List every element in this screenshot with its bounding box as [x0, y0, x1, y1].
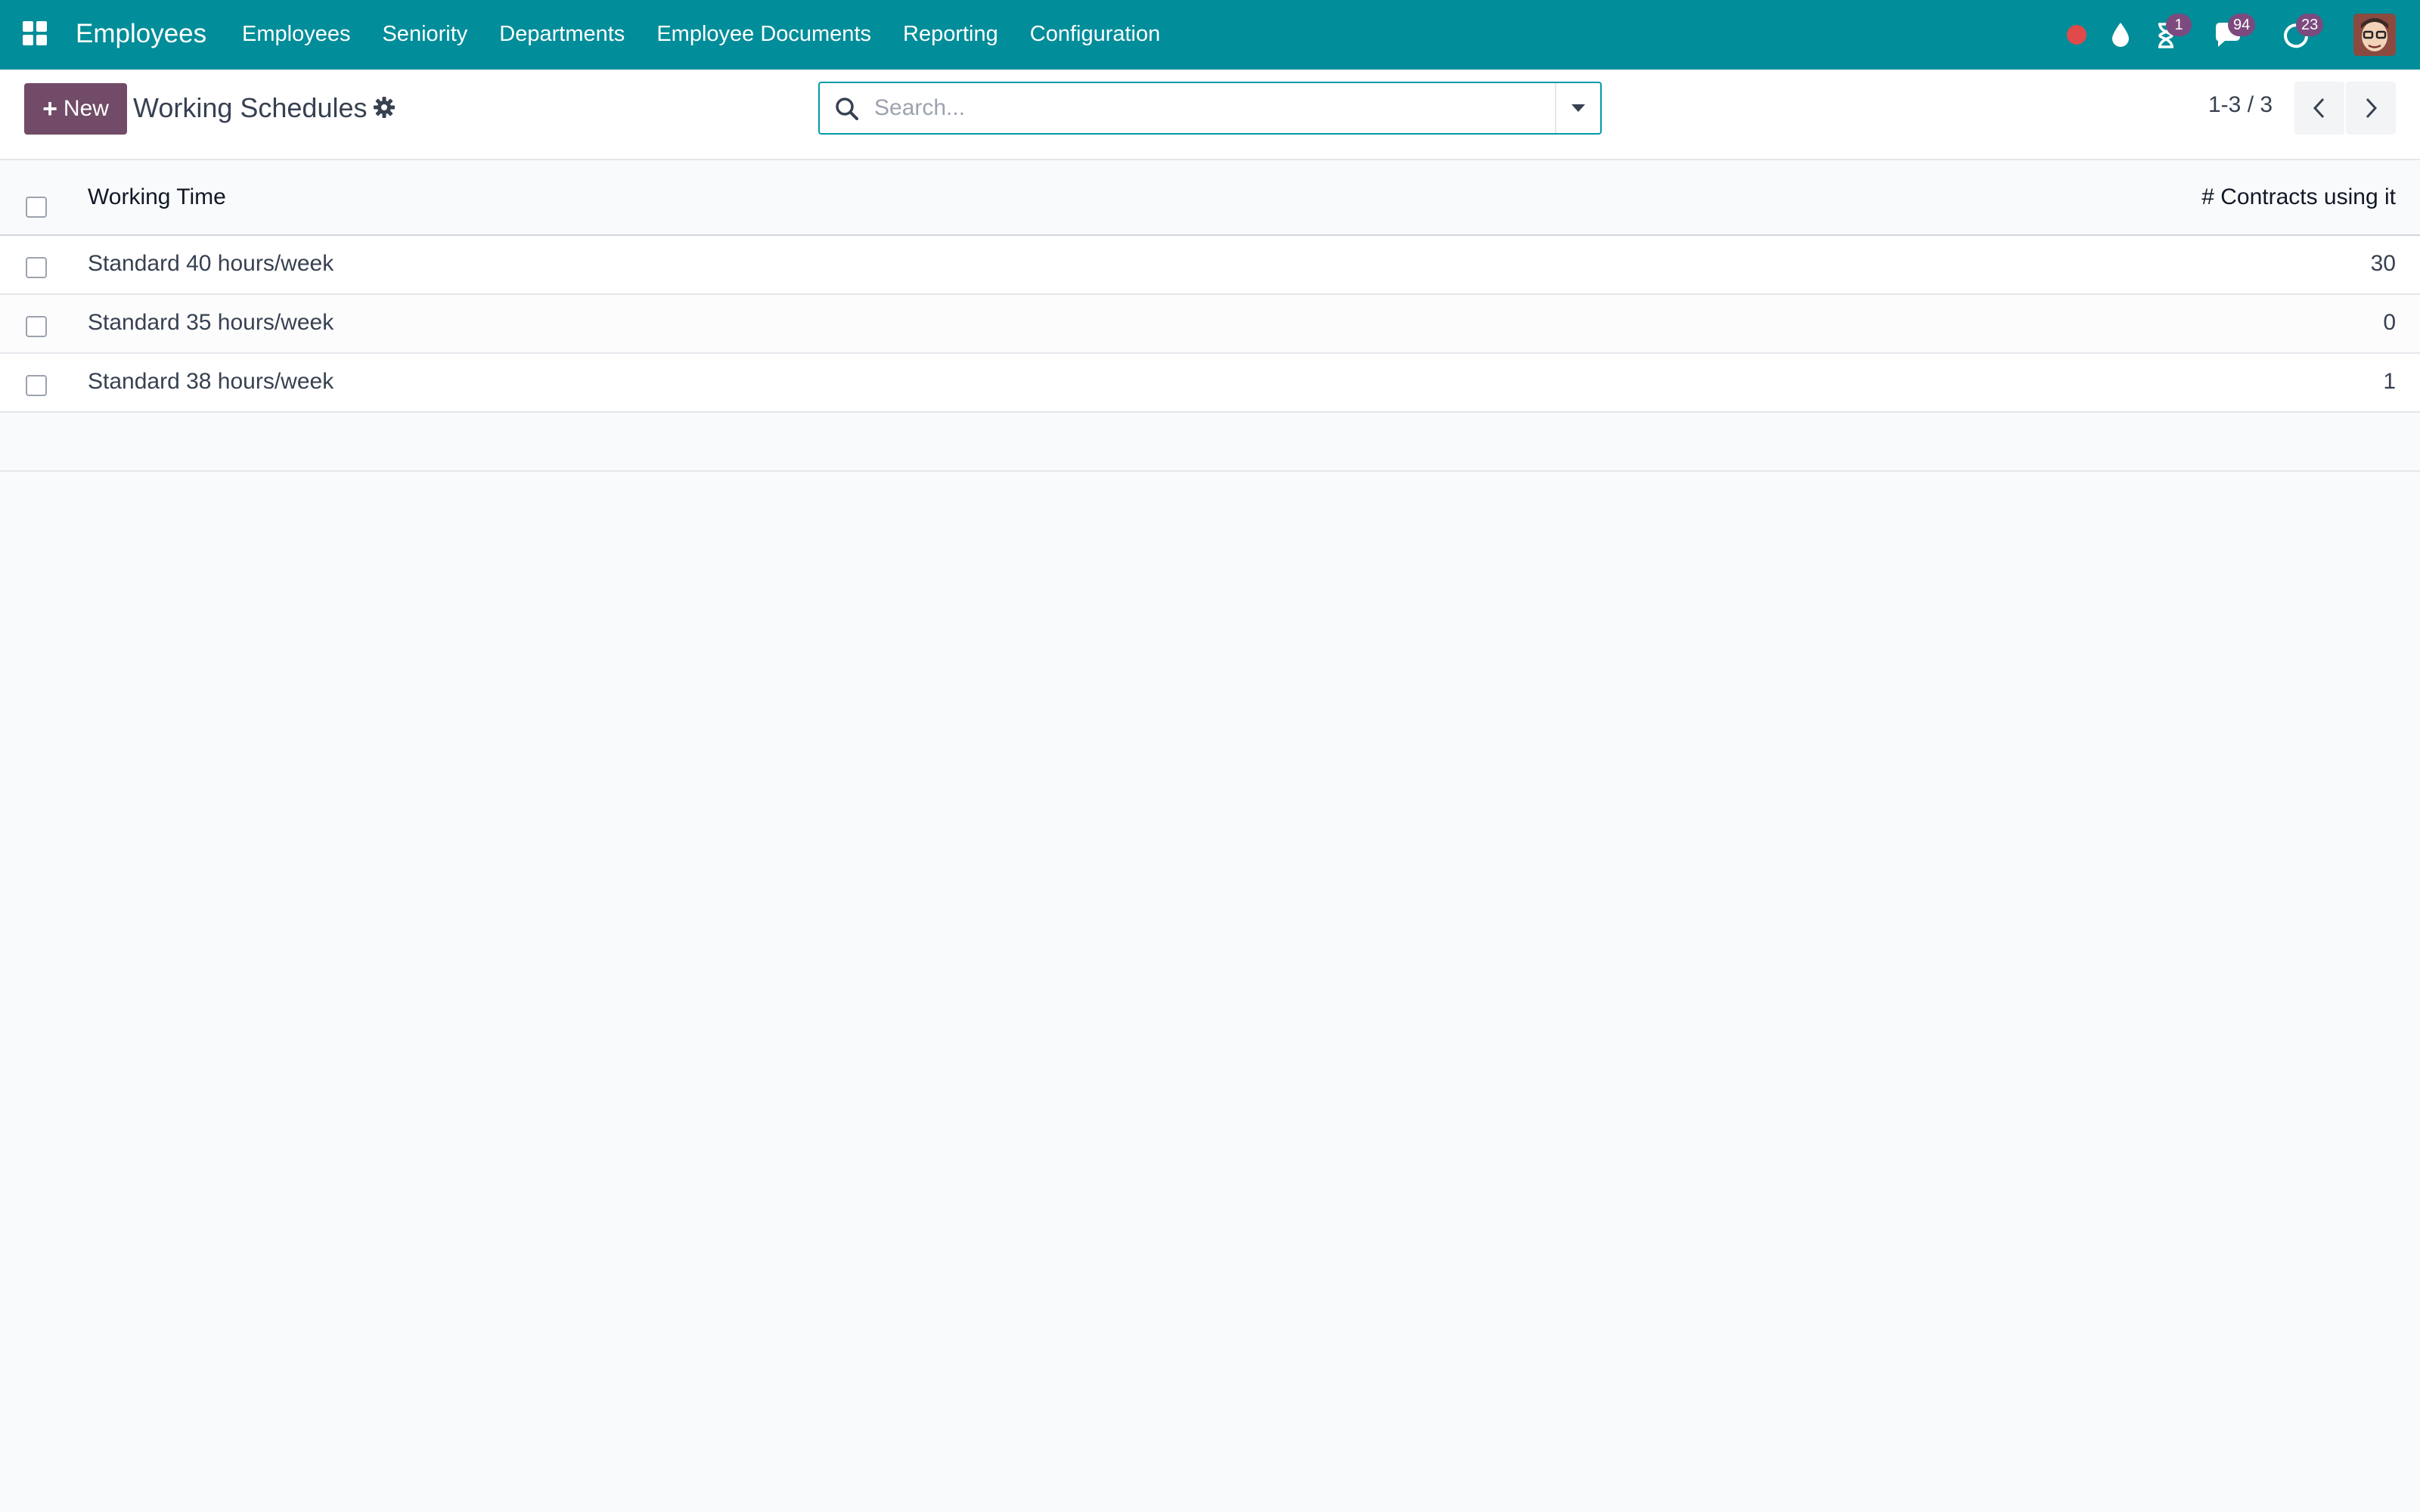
column-header-working-time[interactable]: Working Time: [88, 184, 226, 210]
hourglass-icon[interactable]: 1: [2149, 14, 2192, 51]
pager-next-button[interactable]: [2346, 82, 2396, 135]
menu-item-employees[interactable]: Employees: [242, 20, 350, 48]
search-input[interactable]: [874, 91, 1525, 125]
column-header-contracts[interactable]: # Contracts using it: [2201, 184, 2396, 210]
row-contracts-count: 0: [2383, 310, 2396, 335]
row-working-time: Standard 35 hours/week: [88, 310, 334, 335]
pager-value[interactable]: 1-3 / 3: [2208, 92, 2273, 118]
drop-icon[interactable]: [2104, 18, 2137, 51]
working-schedules-list: Working Time # Contracts using it Standa…: [0, 160, 2420, 472]
search-icon: [833, 95, 861, 122]
search-options-toggle[interactable]: [1556, 83, 1600, 133]
caret-down-icon: [1571, 104, 1585, 112]
menu-item-reporting[interactable]: Reporting: [903, 20, 998, 48]
recording-dot-icon[interactable]: [2060, 18, 2093, 51]
row-contracts-count: 30: [2370, 251, 2396, 276]
gear-icon[interactable]: [372, 95, 396, 119]
menu-item-configuration[interactable]: Configuration: [1030, 20, 1161, 48]
table-row[interactable]: Standard 40 hours/week 30: [0, 236, 2420, 295]
empty-row: [0, 413, 2420, 472]
updates-badge: 23: [2296, 14, 2324, 36]
clock-refresh-icon[interactable]: 23: [2279, 14, 2324, 51]
activities-badge: 1: [2166, 14, 2192, 36]
new-button-label: New: [63, 96, 109, 121]
table-row[interactable]: Standard 38 hours/week 1: [0, 354, 2420, 413]
plus-icon: +: [42, 94, 57, 123]
row-checkbox[interactable]: [26, 257, 47, 278]
chat-icon[interactable]: 94: [2211, 14, 2256, 51]
main-menu: Employees Seniority Departments Employee…: [242, 20, 1192, 48]
list-header: Working Time # Contracts using it: [0, 160, 2420, 236]
row-checkbox[interactable]: [26, 316, 47, 337]
search-bar: [818, 82, 1602, 135]
page-title[interactable]: Working Schedules: [133, 92, 368, 124]
row-working-time: Standard 40 hours/week: [88, 251, 334, 276]
row-working-time: Standard 38 hours/week: [88, 369, 334, 394]
row-contracts-count: 1: [2383, 369, 2396, 394]
top-navbar: Employees Employees Seniority Department…: [0, 0, 2420, 70]
user-avatar[interactable]: [2353, 14, 2396, 56]
menu-item-employee-documents[interactable]: Employee Documents: [656, 20, 871, 48]
control-panel: + New Working Schedules Search... 1-3 / …: [0, 70, 2420, 160]
new-button[interactable]: + New: [24, 83, 127, 135]
row-checkbox[interactable]: [26, 375, 47, 396]
app-brand[interactable]: Employees: [76, 17, 206, 51]
chevron-right-icon: [2366, 98, 2378, 119]
pager-previous-button[interactable]: [2294, 82, 2344, 135]
apps-grid-icon[interactable]: [23, 21, 47, 45]
chevron-left-icon: [2313, 98, 2325, 119]
menu-item-seniority[interactable]: Seniority: [382, 20, 467, 48]
select-all-checkbox[interactable]: [26, 197, 47, 218]
table-row[interactable]: Standard 35 hours/week 0: [0, 295, 2420, 354]
menu-item-departments[interactable]: Departments: [499, 20, 625, 48]
messages-badge: 94: [2228, 14, 2256, 36]
